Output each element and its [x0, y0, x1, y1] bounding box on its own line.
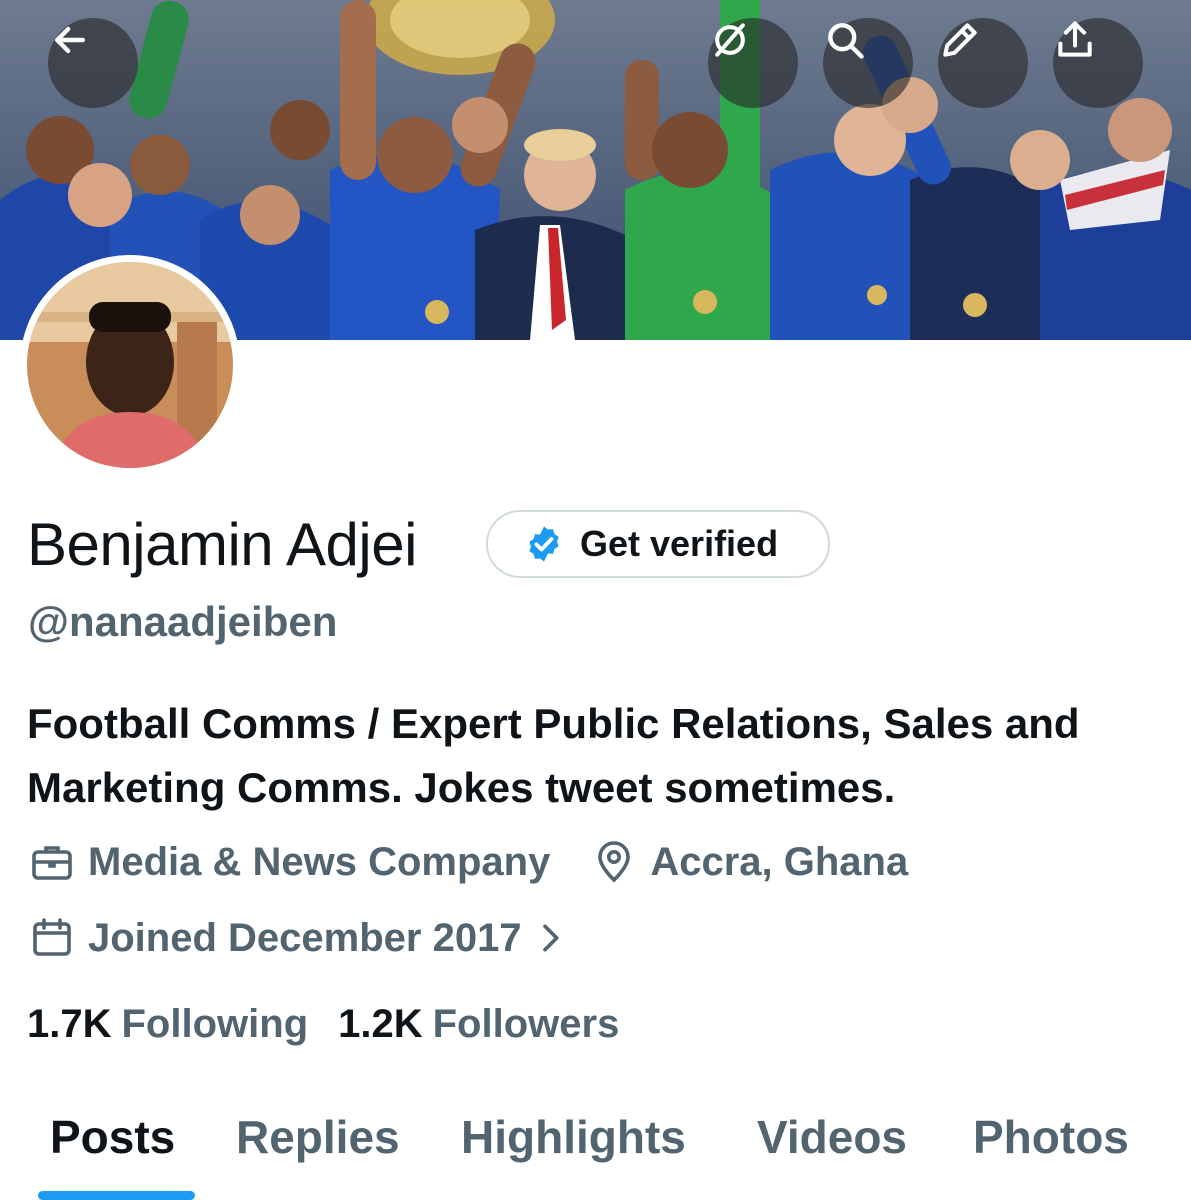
get-verified-label: Get verified: [580, 523, 779, 564]
verified-badge-icon: [529, 526, 559, 562]
grok-button[interactable]: [708, 18, 798, 108]
location-pin-icon: [598, 841, 631, 883]
tab-posts[interactable]: Posts: [50, 1110, 175, 1164]
back-button[interactable]: [48, 18, 138, 108]
share-button[interactable]: [1053, 18, 1143, 108]
location-label: Accra, Ghana: [650, 839, 909, 884]
edit-button[interactable]: [938, 18, 1028, 108]
profile-page: Benjamin Adjei Get verified @nanaadjeibe…: [0, 0, 1191, 1200]
search-icon: [828, 23, 864, 59]
following-count[interactable]: 1.7K: [27, 1002, 112, 1047]
chevron-right-icon: [542, 924, 559, 952]
joined-label: Joined December 2017: [88, 915, 522, 960]
tab-highlights[interactable]: Highlights: [461, 1110, 686, 1164]
tab-photos[interactable]: Photos: [973, 1110, 1129, 1164]
category-item: Media & News Company: [28, 838, 550, 886]
follow-stats: 1.7K Following 1.2K Followers: [27, 1002, 649, 1047]
joined-row[interactable]: Joined December 2017: [28, 914, 582, 962]
bio-text: Football Comms / Expert Public Relations…: [27, 700, 1080, 811]
display-name: Benjamin Adjei: [27, 511, 417, 578]
profile-tabs: Posts Replies Highlights Videos Photos: [0, 1100, 1191, 1200]
user-handle: @nanaadjeiben: [28, 598, 338, 645]
arrow-left-icon: [54, 26, 86, 54]
followers-count[interactable]: 1.2K: [338, 1002, 423, 1047]
tab-videos[interactable]: Videos: [757, 1110, 907, 1164]
active-tab-indicator: [38, 1191, 195, 1200]
get-verified-button[interactable]: Get verified: [486, 510, 830, 578]
followers-link[interactable]: Followers: [433, 1002, 620, 1047]
calendar-icon: [33, 918, 71, 956]
profile-meta-row: Media & News Company Accra, Ghana: [28, 838, 948, 886]
avatar[interactable]: [20, 255, 240, 475]
search-button[interactable]: [823, 18, 913, 108]
tab-replies[interactable]: Replies: [236, 1110, 400, 1164]
grok-icon: [715, 23, 745, 57]
following-link[interactable]: Following: [122, 1002, 309, 1047]
category-label: Media & News Company: [88, 839, 551, 884]
pencil-icon: [943, 23, 977, 57]
location-item: Accra, Ghana: [590, 838, 908, 886]
briefcase-icon: [32, 846, 72, 880]
avatar-image: [27, 262, 233, 468]
share-icon: [1058, 21, 1092, 57]
